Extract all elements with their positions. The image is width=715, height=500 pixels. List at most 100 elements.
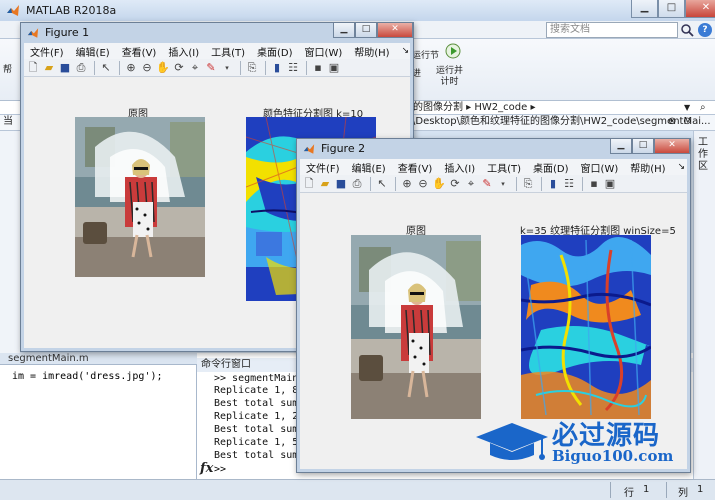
menu-desktop[interactable]: 桌面(D): [527, 160, 575, 175]
menu-edit[interactable]: 编辑(E): [346, 160, 392, 175]
search-folder-icon[interactable]: ⌕: [700, 101, 706, 115]
save-icon[interactable]: ■: [334, 177, 348, 191]
status-row-value: 1: [643, 484, 650, 495]
folder-dropdown-icon[interactable]: ▼: [684, 101, 690, 115]
workspace-label[interactable]: 工作区: [698, 137, 712, 173]
menu-view[interactable]: 查看(V): [392, 160, 439, 175]
close-button[interactable]: ✕: [654, 139, 690, 154]
print-icon[interactable]: ⎙: [350, 177, 364, 191]
print-icon[interactable]: ⎙: [74, 61, 88, 75]
menu-file[interactable]: 文件(F): [24, 44, 70, 59]
command-line: >> segmentMain: [214, 373, 299, 384]
pointer-icon[interactable]: ↖: [375, 177, 389, 191]
menu-tools[interactable]: 工具(T): [205, 44, 251, 59]
status-separator: [666, 482, 667, 498]
new-figure-icon[interactable]: 🗋: [302, 177, 316, 191]
hide-plot-tools-icon[interactable]: ▪: [311, 61, 325, 75]
colorbar-icon[interactable]: ▮: [546, 177, 560, 191]
menu-insert[interactable]: 插入(I): [162, 44, 205, 59]
matlab-logo-icon: [27, 28, 39, 38]
menu-insert[interactable]: 插入(I): [438, 160, 481, 175]
brush-icon[interactable]: ✎: [480, 177, 494, 191]
menu-file[interactable]: 文件(F): [300, 160, 346, 175]
graduation-cap-logo: [476, 423, 548, 460]
current-folder-path[interactable]: 的图像分割 ▸ HW2_code ▸: [413, 101, 535, 115]
maximize-button[interactable]: □: [632, 139, 654, 154]
zoom-in-icon[interactable]: ⊕: [400, 177, 414, 191]
menu-window[interactable]: 窗口(W): [299, 44, 349, 59]
figure-2-title: Figure 2: [321, 142, 366, 155]
zoom-out-icon[interactable]: ⊖: [140, 61, 154, 75]
editor-tab[interactable]: segmentMain.m: [0, 353, 197, 365]
new-figure-icon[interactable]: 🗋: [26, 61, 40, 75]
figure-2-toolbar: 🗋 ▰ ■ ⎙ ↖ ⊕ ⊖ ✋ ⟳ ⌖ ✎ ▾ ⎘ ▮ ☷ ▪ ▣: [300, 175, 687, 193]
pointer-icon[interactable]: ↖: [99, 61, 113, 75]
brush-dropdown-icon[interactable]: ▾: [496, 177, 510, 191]
maximize-button[interactable]: □: [355, 23, 377, 38]
toolbar-separator: [265, 60, 266, 75]
toolbar-separator: [516, 176, 517, 191]
pan-icon[interactable]: ✋: [432, 177, 446, 191]
close-button[interactable]: ✕: [377, 23, 413, 38]
link-plot-icon[interactable]: ⎘: [245, 61, 259, 75]
open-file-icon[interactable]: ▰: [42, 61, 56, 75]
brush-dropdown-icon[interactable]: ▾: [220, 61, 234, 75]
minimize-button[interactable]: ▁: [631, 0, 658, 18]
matlab-logo-icon: [303, 144, 315, 154]
save-icon[interactable]: ■: [58, 61, 72, 75]
panel-partial-label: 当: [3, 116, 13, 127]
toolbar-separator: [582, 176, 583, 191]
ribbon-run-section[interactable]: 运行节: [412, 51, 439, 62]
menu-view[interactable]: 查看(V): [116, 44, 163, 59]
menu-tools[interactable]: 工具(T): [481, 160, 527, 175]
matlab-title: MATLAB R2018a: [26, 4, 117, 17]
rotate-icon[interactable]: ⟳: [172, 61, 186, 75]
link-plot-icon[interactable]: ⎘: [521, 177, 535, 191]
editor-pane: segmentMain.m im = imread('dress.jpg');: [0, 353, 197, 479]
minimize-button[interactable]: ▁: [333, 23, 355, 38]
function-browser-icon[interactable]: fx: [200, 461, 213, 476]
legend-icon[interactable]: ☷: [562, 177, 576, 191]
status-bar: 行 1 列 1: [0, 479, 715, 500]
menu-window[interactable]: 窗口(W): [575, 160, 625, 175]
minimize-button[interactable]: ▁: [610, 139, 632, 154]
zoom-out-icon[interactable]: ⊖: [416, 177, 430, 191]
editor-options-icon[interactable]: ⊙: [683, 115, 691, 129]
figure-2-title-bar: Figure 2 ▁ □ ✕: [297, 139, 690, 159]
brush-icon[interactable]: ✎: [204, 61, 218, 75]
open-file-icon[interactable]: ▰: [318, 177, 332, 191]
maximize-button[interactable]: □: [658, 0, 685, 18]
pan-icon[interactable]: ✋: [156, 61, 170, 75]
show-plot-tools-icon[interactable]: ▣: [603, 177, 617, 191]
search-docs-input[interactable]: 搜索文档: [546, 22, 678, 38]
help-button[interactable]: ?: [698, 23, 712, 37]
watermark-en-text: Biguo100.com: [552, 447, 674, 465]
rotate-icon[interactable]: ⟳: [448, 177, 462, 191]
menu-help[interactable]: 帮助(H): [348, 44, 395, 59]
run-and-time-icon[interactable]: [444, 42, 462, 60]
command-prompt[interactable]: >>: [214, 464, 226, 475]
ribbon-partial-left: 帮: [3, 65, 13, 75]
dock-arrow-icon[interactable]: ↘: [672, 162, 692, 172]
menu-edit[interactable]: 编辑(E): [70, 44, 116, 59]
hide-plot-tools-icon[interactable]: ▪: [587, 177, 601, 191]
status-col-label: 列: [678, 488, 688, 499]
menu-help[interactable]: 帮助(H): [624, 160, 671, 175]
data-cursor-icon[interactable]: ⌖: [188, 61, 202, 75]
zoom-in-icon[interactable]: ⊕: [124, 61, 138, 75]
ribbon-run-and-time[interactable]: 运行并 计时: [436, 66, 463, 88]
toolbar-separator: [370, 176, 371, 191]
show-plot-tools-icon[interactable]: ▣: [327, 61, 341, 75]
legend-icon[interactable]: ☷: [286, 61, 300, 75]
status-separator: [610, 482, 611, 498]
close-editor-icon[interactable]: ⊗: [668, 115, 676, 129]
close-button[interactable]: ✕: [685, 0, 715, 18]
editor-code-line[interactable]: im = imread('dress.jpg');: [12, 371, 163, 382]
menu-desktop[interactable]: 桌面(D): [251, 44, 299, 59]
data-cursor-icon[interactable]: ⌖: [464, 177, 478, 191]
figure-1-window-controls: ▁ □ ✕: [333, 23, 413, 38]
current-folder-panel: [0, 131, 20, 353]
dock-arrow-icon[interactable]: ↘: [396, 46, 416, 56]
colorbar-icon[interactable]: ▮: [270, 61, 284, 75]
search-icon[interactable]: [680, 23, 694, 37]
